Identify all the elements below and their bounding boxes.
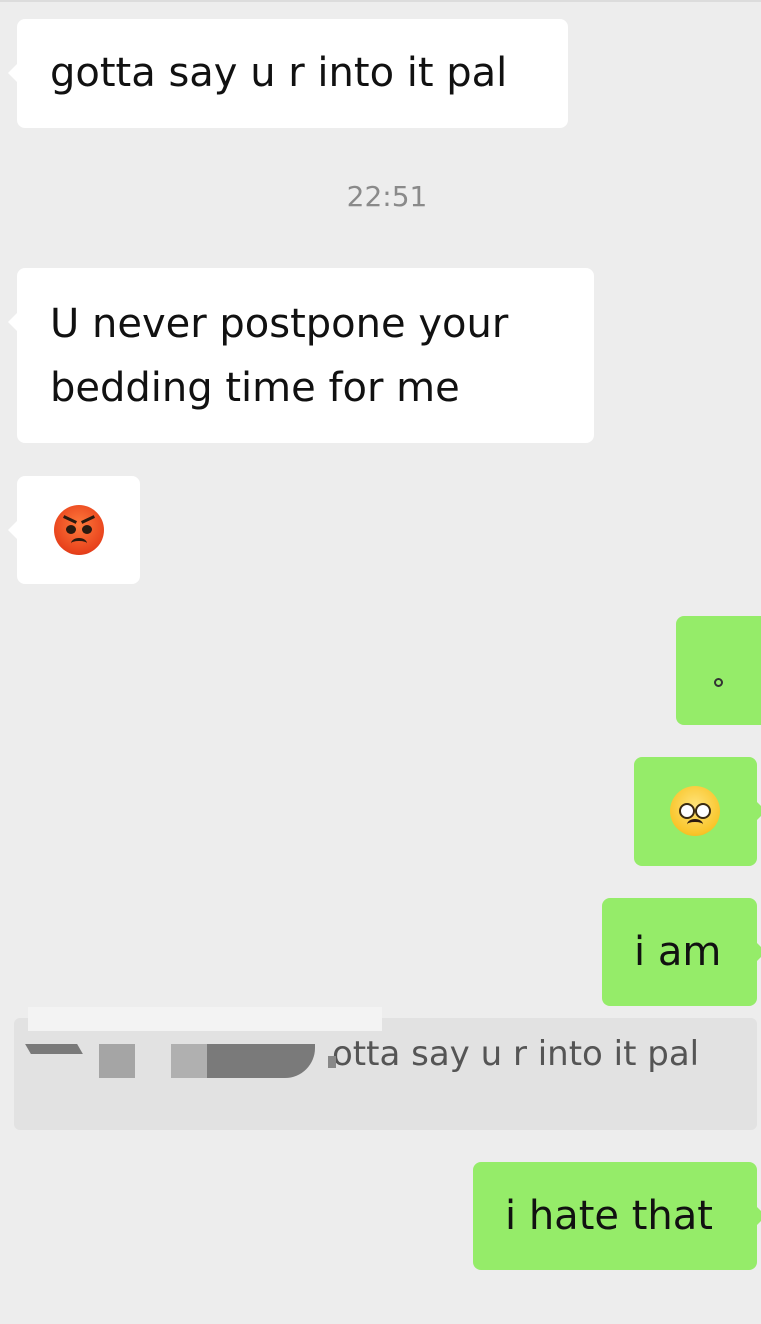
message-text: i hate that [505, 1193, 713, 1239]
angry-face-icon [54, 505, 104, 555]
message-text: i am [634, 929, 722, 975]
pleading-face-icon [670, 786, 720, 836]
incoming-message-bubble[interactable]: U never postpone your bedding time for m… [8, 268, 594, 443]
redaction-overlay [28, 1007, 382, 1031]
outgoing-message-bubble[interactable] [634, 757, 761, 866]
incoming-message-bubble[interactable] [8, 476, 140, 584]
redaction-overlay [328, 1056, 336, 1068]
redaction-overlay [99, 1044, 135, 1078]
top-divider [0, 0, 761, 2]
redaction-overlay [207, 1044, 315, 1078]
message-text: gotta say u r into it pal [50, 50, 508, 96]
incoming-message-bubble[interactable]: gotta say u r into it pal [8, 19, 568, 128]
outgoing-message-bubble[interactable]: i hate that [473, 1162, 761, 1270]
outgoing-message-bubble[interactable] [676, 616, 761, 725]
message-text: U never postpone your bedding time for m… [50, 301, 509, 411]
outgoing-message-bubble[interactable]: i am [602, 898, 761, 1006]
quoted-message-text: otta say u r into it pal [332, 1034, 700, 1074]
small-circle-icon [714, 678, 723, 687]
redaction-overlay [25, 1044, 83, 1054]
timestamp: 22:51 [346, 180, 428, 213]
redaction-overlay [171, 1044, 207, 1078]
quoted-message[interactable]: otta say u r into it pal [14, 1007, 757, 1130]
